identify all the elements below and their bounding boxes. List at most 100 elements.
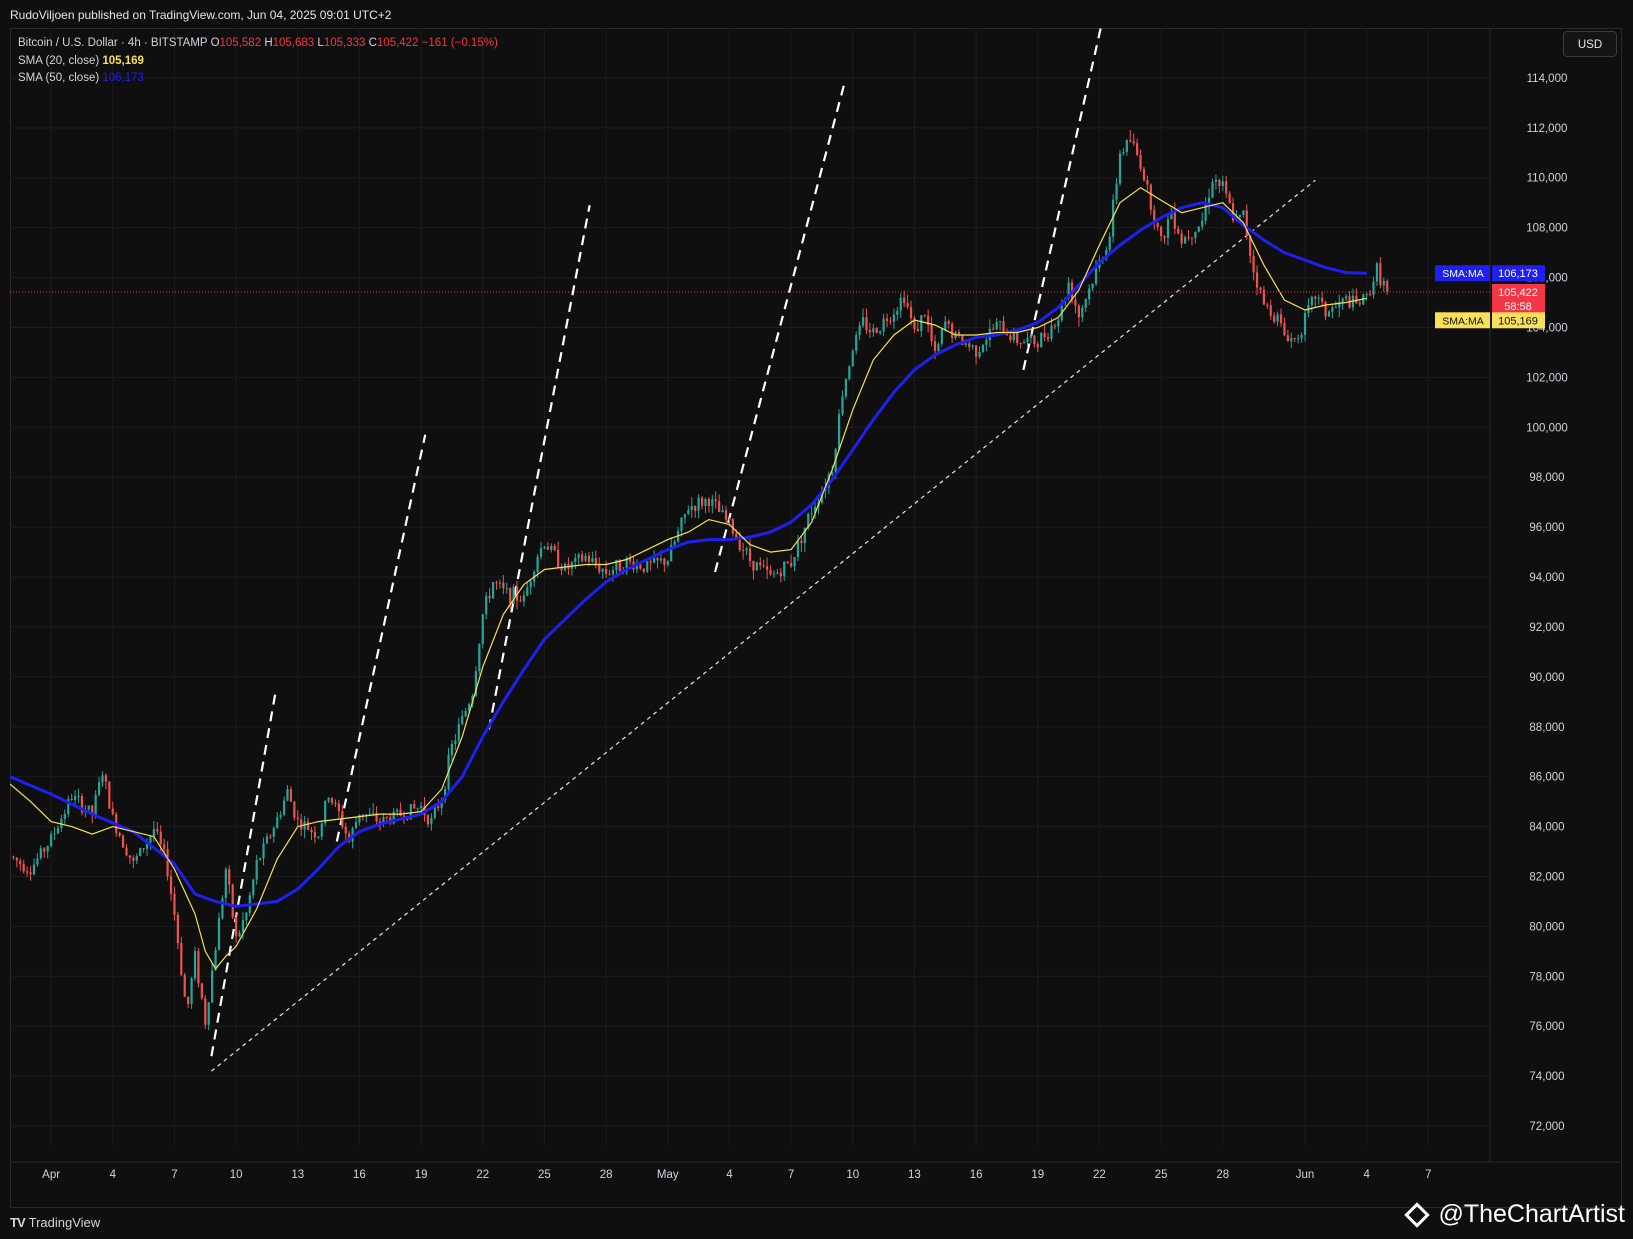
candle-body bbox=[276, 817, 279, 829]
candle-body bbox=[1242, 210, 1245, 215]
candle-body bbox=[317, 836, 320, 838]
sma-lines bbox=[10, 186, 1367, 970]
candle-body bbox=[121, 835, 125, 848]
candle-body bbox=[1019, 343, 1022, 345]
candle-body bbox=[183, 974, 186, 997]
candle-body bbox=[231, 884, 234, 918]
candle-body bbox=[553, 545, 556, 550]
candle-body bbox=[861, 317, 865, 326]
candle-body bbox=[1327, 311, 1331, 317]
candle-body bbox=[1321, 297, 1324, 302]
y-tick-label: 78,000 bbox=[1529, 971, 1564, 983]
candle-body bbox=[426, 815, 430, 825]
candle-body bbox=[63, 813, 66, 819]
candle-body bbox=[252, 879, 255, 896]
candle-body bbox=[50, 834, 53, 847]
sma50-price-tag: 106,173 bbox=[1492, 265, 1545, 282]
candle-body bbox=[1180, 233, 1183, 244]
candle-body bbox=[22, 864, 25, 872]
candle-body bbox=[903, 297, 906, 304]
candle-body bbox=[875, 328, 878, 334]
candle-body bbox=[173, 893, 176, 915]
candle-body bbox=[488, 595, 491, 599]
close-value: 105,422 bbox=[376, 37, 419, 49]
candle-body bbox=[324, 800, 327, 824]
candle-body bbox=[1238, 214, 1242, 217]
candle-body bbox=[269, 836, 272, 838]
x-tick-label: 22 bbox=[1093, 1169, 1106, 1181]
high-value: 105,683 bbox=[272, 37, 315, 49]
candle-body bbox=[769, 570, 772, 575]
legend-sma50-row[interactable]: SMA (50, close) 106,173 bbox=[18, 70, 498, 88]
candle-body bbox=[793, 557, 796, 567]
candle-body bbox=[663, 558, 666, 565]
candle-body bbox=[728, 519, 731, 521]
candle-body bbox=[522, 595, 525, 602]
candle-body bbox=[1286, 335, 1289, 342]
x-tick-label: 7 bbox=[171, 1169, 177, 1181]
candle-body bbox=[1084, 299, 1087, 308]
y-tick-label: 84,000 bbox=[1529, 822, 1564, 834]
candle-body bbox=[53, 833, 56, 835]
countdown-text: 58:58 bbox=[1504, 301, 1532, 313]
y-tick-label: 94,000 bbox=[1529, 572, 1564, 584]
candle-body bbox=[1125, 140, 1128, 153]
candle-body bbox=[29, 872, 32, 875]
candle-body bbox=[505, 588, 508, 590]
candles bbox=[12, 130, 1389, 1031]
candle-body bbox=[1290, 337, 1293, 342]
candle-body bbox=[36, 858, 39, 865]
candle-body bbox=[810, 513, 813, 515]
candle-body bbox=[611, 569, 615, 575]
candle-body bbox=[491, 582, 495, 599]
candle-body bbox=[1358, 303, 1361, 305]
candle-body bbox=[855, 334, 858, 351]
x-tick-label: 16 bbox=[970, 1169, 983, 1181]
tradingview-logo[interactable]: TV TradingView bbox=[10, 1215, 100, 1230]
symbol-label[interactable]: Bitcoin / U.S. Dollar · 4h · BITSTAMP bbox=[18, 37, 207, 49]
candle-body bbox=[224, 869, 227, 899]
currency-button[interactable]: USD bbox=[1563, 31, 1617, 57]
candle-body bbox=[1269, 305, 1272, 316]
x-tick-label: 7 bbox=[788, 1169, 794, 1181]
candle-body bbox=[334, 802, 337, 804]
candle-body bbox=[742, 549, 745, 551]
candle-body bbox=[718, 501, 721, 513]
candle-body bbox=[526, 587, 529, 596]
candle-body bbox=[978, 351, 981, 357]
price-chart[interactable]: 72,000 74,000 76,000 78,000 80,000 82,000 84,0… bbox=[10, 28, 1620, 1206]
sma20-line bbox=[10, 186, 1367, 970]
candle-body bbox=[872, 328, 875, 333]
candle-body bbox=[896, 310, 899, 315]
candle-body bbox=[118, 832, 121, 836]
candle-body bbox=[1218, 179, 1221, 186]
candle-body bbox=[1201, 220, 1204, 227]
x-tick-label: 16 bbox=[353, 1169, 366, 1181]
candle-body bbox=[310, 829, 313, 832]
candle-body bbox=[1255, 272, 1259, 288]
change-value: −161 (−0.15%) bbox=[421, 37, 498, 49]
candle-body bbox=[868, 330, 872, 333]
sma20-price-tag: 105,169 bbox=[1492, 312, 1545, 329]
candle-body bbox=[327, 798, 330, 801]
candle-body bbox=[238, 932, 241, 937]
candle-body bbox=[1293, 337, 1296, 339]
watermark-text: @TheChartArtist bbox=[1438, 1200, 1625, 1228]
y-tick-label: 92,000 bbox=[1529, 622, 1564, 634]
legend-sma20-row[interactable]: SMA (20, close) 105,169 bbox=[18, 53, 498, 71]
y-tick-label: 112,000 bbox=[1527, 123, 1568, 135]
open-label: O bbox=[210, 37, 220, 49]
candle-body bbox=[495, 582, 498, 584]
candle-body bbox=[909, 306, 913, 319]
candle-body bbox=[204, 998, 207, 1025]
top-bar: RudoViljoen published on TradingView.com… bbox=[0, 0, 1633, 28]
candle-body bbox=[1146, 180, 1149, 185]
candle-body bbox=[180, 943, 183, 975]
candle-body bbox=[1279, 314, 1283, 324]
candle-body bbox=[594, 558, 597, 565]
candle-body bbox=[680, 517, 683, 532]
candle-body bbox=[46, 846, 49, 852]
candle-body bbox=[1094, 267, 1098, 284]
candle-body bbox=[149, 836, 152, 843]
candle-body bbox=[262, 843, 265, 859]
